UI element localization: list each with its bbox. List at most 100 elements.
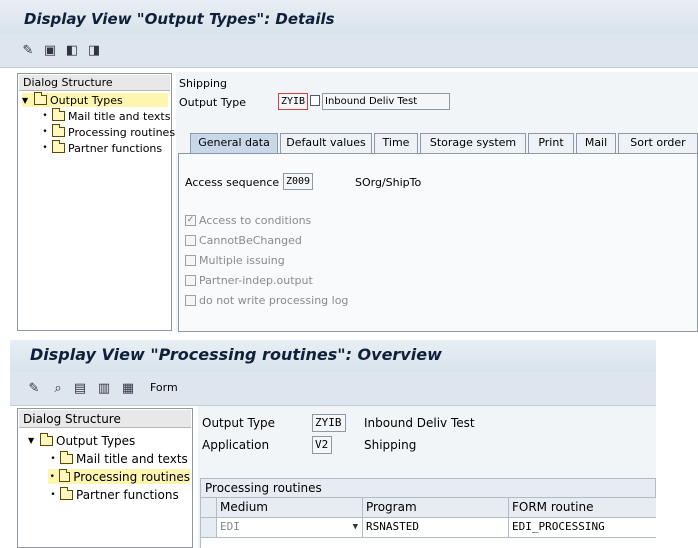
display-change-icon[interactable]: ✎ (26, 380, 42, 396)
checkbox-checked-icon: ✓ (185, 215, 196, 226)
output-type-field[interactable]: ZYIB (278, 93, 308, 110)
tab-strip: General data Default values Time Storage… (190, 133, 698, 153)
bullet-icon: • (42, 127, 48, 137)
deselect-icon[interactable]: ▦ (120, 380, 136, 396)
checkbox-access-to-conditions[interactable]: ✓ Access to conditions (185, 214, 311, 227)
folder-icon (52, 140, 65, 153)
folder-icon (60, 486, 73, 500)
expand-icon[interactable]: ▼ (22, 96, 32, 105)
tab-body-general-data: Access sequence Z009 SOrg/ShipTo ✓ Acces… (178, 153, 698, 332)
application-label: Application (202, 438, 270, 452)
checkbox-label: CannotBeChanged (199, 234, 302, 247)
next-entry-icon[interactable]: ◨ (86, 42, 102, 58)
grid-title: Processing routines (200, 478, 656, 498)
access-sequence-desc: SOrg/ShipTo (355, 176, 422, 189)
tree-item-label: Partner functions (68, 141, 163, 155)
bottom-dialog-structure: Dialog Structure ▼ Output Types • Mail t… (17, 408, 193, 548)
display-change-icon[interactable]: ✎ (20, 42, 36, 58)
checkbox-partner-indep-output[interactable]: Partner-indep.output (185, 274, 313, 287)
folder-icon (52, 108, 65, 121)
tree-item-label: Mail title and texts (68, 109, 171, 123)
tree-item-label: Processing routines (73, 469, 190, 484)
checkbox-label: Partner-indep.output (199, 274, 313, 287)
processing-routines-table: Medium Program FORM routine EDI ▼ RSNAST… (200, 498, 656, 548)
tree-item-partner-functions[interactable]: • Partner functions (48, 486, 179, 502)
tab-default-values[interactable]: Default values (280, 133, 372, 153)
output-type-desc: Inbound Deliv Test (364, 416, 475, 430)
column-header-medium[interactable]: Medium (217, 498, 363, 518)
output-type-desc: Inbound Deliv Test (322, 93, 450, 110)
copy-icon[interactable] (310, 95, 320, 106)
access-sequence-field[interactable]: Z009 (283, 173, 313, 190)
tab-general-data[interactable]: General data (190, 133, 278, 153)
dropdown-arrow-icon[interactable]: ▼ (353, 518, 358, 536)
row-selector[interactable] (201, 518, 217, 538)
tab-sort-order[interactable]: Sort order (618, 133, 698, 153)
dialog-structure-header: Dialog Structure (19, 410, 191, 428)
folder-icon (40, 432, 53, 446)
top-page-title: Display View "Output Types": Details (24, 10, 335, 28)
tree-item-partner-functions[interactable]: • Partner functions (40, 140, 163, 155)
output-type-label: Output Type (202, 416, 276, 430)
column-header-program[interactable]: Program (363, 498, 509, 518)
access-sequence-label: Access sequence (185, 176, 280, 189)
form-button[interactable]: Form (150, 381, 178, 394)
column-header-form-routine[interactable]: FORM routine (509, 498, 656, 518)
checkbox-label: Multiple issuing (199, 254, 285, 267)
output-type-field[interactable]: ZYIB (312, 414, 346, 432)
top-dialog-structure: Dialog Structure ▼ Output Types • Mail t… (17, 73, 175, 331)
cell-program[interactable]: RSNASTED (363, 518, 509, 538)
cell-medium[interactable]: EDI ▼ (217, 518, 363, 538)
select-block-icon[interactable]: ▥ (96, 380, 112, 396)
tree-item-processing-routines[interactable]: • Processing routines (48, 468, 190, 484)
folder-open-icon (34, 92, 47, 105)
application-field[interactable]: V2 (312, 436, 332, 454)
checkbox-icon (185, 235, 196, 246)
dialog-structure-header: Dialog Structure (19, 75, 170, 91)
top-toolbar: ✎ ▣ ◧ ◨ (0, 34, 698, 68)
tree-item-output-types[interactable]: ▼ Output Types (22, 92, 168, 107)
top-window: Display View "Output Types": Details ✎ ▣… (0, 0, 698, 332)
tree-item-mail-title[interactable]: • Mail title and texts (48, 450, 188, 466)
select-all-icon[interactable]: ▤ (72, 380, 88, 396)
expand-icon[interactable]: ▼ (28, 436, 38, 445)
tree-item-mail-title[interactable]: • Mail title and texts (40, 108, 171, 123)
checkbox-multiple-issuing[interactable]: Multiple issuing (185, 254, 285, 267)
folder-icon (52, 124, 65, 137)
checkbox-icon (185, 295, 196, 306)
medium-value: EDI (220, 520, 240, 533)
bottom-window: Display View "Processing routines": Over… (10, 340, 656, 548)
section-label: Shipping (179, 77, 227, 90)
cell-form-routine[interactable]: EDI_PROCESSING (509, 518, 656, 538)
checkbox-no-processing-log[interactable]: do not write processing log (185, 294, 348, 307)
tree-item-label: Output Types (50, 93, 123, 107)
application-desc: Shipping (364, 438, 417, 452)
find-icon[interactable]: ⌕ (50, 380, 66, 396)
bullet-icon: • (42, 111, 48, 121)
checkbox-icon (185, 275, 196, 286)
tree-item-processing-routines[interactable]: • Processing routines (40, 124, 175, 139)
tree-item-label: Output Types (56, 433, 136, 448)
tab-mail[interactable]: Mail (576, 133, 616, 153)
tree-item-label: Mail title and texts (76, 451, 188, 466)
tab-storage-system[interactable]: Storage system (420, 133, 526, 153)
tree-item-output-types[interactable]: ▼ Output Types (28, 432, 136, 448)
tab-time[interactable]: Time (374, 133, 418, 153)
tree-item-label: Partner functions (76, 487, 179, 502)
bottom-toolbar: ✎ ⌕ ▤ ▥ ▦ Form (10, 372, 656, 406)
checkbox-label: Access to conditions (199, 214, 312, 227)
bottom-page-title: Display View "Processing routines": Over… (30, 345, 442, 364)
row-selector-header[interactable] (201, 498, 217, 518)
bullet-icon: • (42, 143, 48, 153)
prev-entry-icon[interactable]: ◧ (64, 42, 80, 58)
top-detail-pane: Shipping Output Type ZYIB Inbound Deliv … (176, 72, 698, 332)
checkbox-cannot-be-changed[interactable]: CannotBeChanged (185, 234, 302, 247)
tab-print[interactable]: Print (528, 133, 574, 153)
save-icon[interactable]: ▣ (42, 42, 58, 58)
bottom-detail-pane: Output Type ZYIB Inbound Deliv Test Appl… (198, 406, 656, 548)
checkbox-icon (185, 255, 196, 266)
checkbox-label: do not write processing log (199, 294, 349, 307)
output-type-label: Output Type (179, 96, 246, 109)
bullet-icon: • (50, 489, 56, 500)
folder-open-icon (58, 468, 71, 482)
